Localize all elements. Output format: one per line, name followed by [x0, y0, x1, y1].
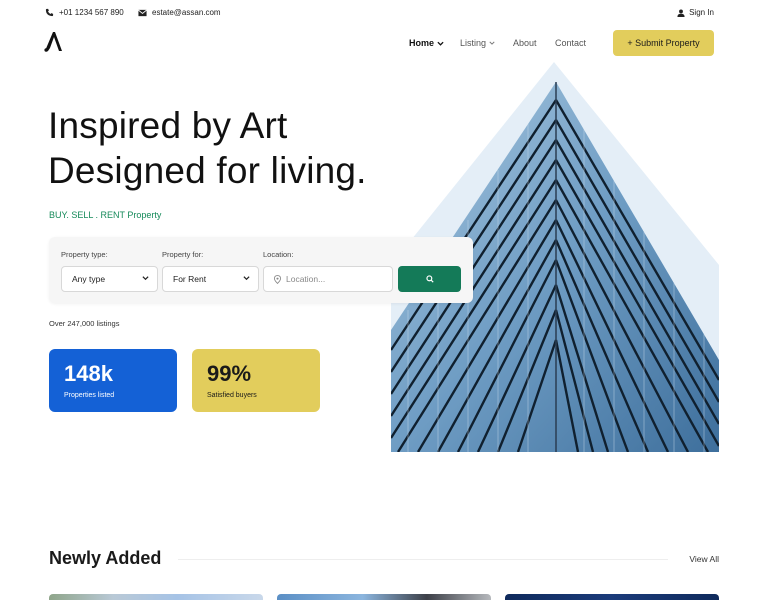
nav-item-listing[interactable]: Listing	[460, 38, 495, 48]
stat-label: Properties listed	[64, 392, 115, 399]
property-for-label: Property for:	[162, 250, 204, 259]
signin-label: Sign In	[689, 8, 714, 17]
property-type-value: Any type	[72, 274, 106, 284]
mail-icon	[138, 9, 147, 16]
stat-value: 148k	[64, 361, 113, 386]
nav-home-label: Home	[409, 38, 435, 48]
location-field[interactable]	[263, 266, 393, 292]
section-divider	[178, 559, 668, 560]
stat-satisfied-buyers: 99% Satisfied buyers	[192, 349, 320, 412]
property-type-label: Property type:	[61, 250, 108, 259]
signin-link[interactable]: Sign In	[677, 8, 714, 17]
chevron-down-icon	[489, 41, 495, 45]
search-icon	[425, 275, 434, 283]
stat-value: 99%	[207, 361, 252, 386]
logo-icon[interactable]	[44, 31, 64, 53]
topbar: +01 1234 567 890 estate@assan.com Sign I…	[0, 0, 768, 26]
submit-property-label: + Submit Property	[627, 38, 700, 48]
location-label: Location:	[263, 250, 294, 259]
hero-title: Inspired by Art Designed for living.	[48, 103, 408, 193]
nav-item-contact[interactable]: Contact	[555, 38, 586, 48]
property-card-image[interactable]	[277, 594, 491, 600]
property-for-select[interactable]: For Rent	[162, 266, 259, 292]
contact-email[interactable]: estate@assan.com	[138, 8, 221, 17]
property-card-image[interactable]	[49, 594, 263, 600]
location-pin-icon	[274, 274, 281, 284]
phone-icon	[45, 8, 54, 17]
newly-added-title: Newly Added	[49, 548, 162, 568]
stat-properties-listed: 148k Properties listed	[49, 349, 177, 412]
phone-number: +01 1234 567 890	[59, 8, 124, 17]
nav-item-home[interactable]: Home	[409, 38, 444, 48]
property-card-image[interactable]	[505, 594, 719, 600]
contact-phone[interactable]: +01 1234 567 890	[45, 8, 124, 17]
view-all-link[interactable]: View All	[689, 554, 719, 564]
location-input[interactable]	[286, 274, 386, 284]
nav-item-about[interactable]: About	[513, 38, 537, 48]
hero-title-line2: Designed for living.	[48, 150, 367, 191]
submit-property-button[interactable]: + Submit Property	[613, 30, 714, 56]
email-address: estate@assan.com	[152, 8, 221, 17]
hero-title-line1: Inspired by Art	[48, 105, 288, 146]
nav-listing-label: Listing	[460, 38, 487, 48]
listings-count: Over 247,000 listings	[49, 319, 120, 328]
hero-subtitle: BUY. SELL . RENT Property	[49, 210, 162, 220]
nav-contact-label: Contact	[555, 38, 587, 48]
chevron-down-icon	[437, 41, 444, 46]
user-icon	[677, 8, 685, 17]
property-for-value: For Rent	[173, 274, 207, 284]
chevron-down-icon	[243, 276, 250, 281]
nav-about-label: About	[513, 38, 537, 48]
property-type-select[interactable]: Any type	[61, 266, 158, 292]
search-card: Property type: Property for: Location: A…	[49, 237, 473, 303]
chevron-down-icon	[142, 276, 149, 281]
stat-label: Satisfied buyers	[207, 392, 257, 399]
search-button[interactable]	[398, 266, 461, 292]
